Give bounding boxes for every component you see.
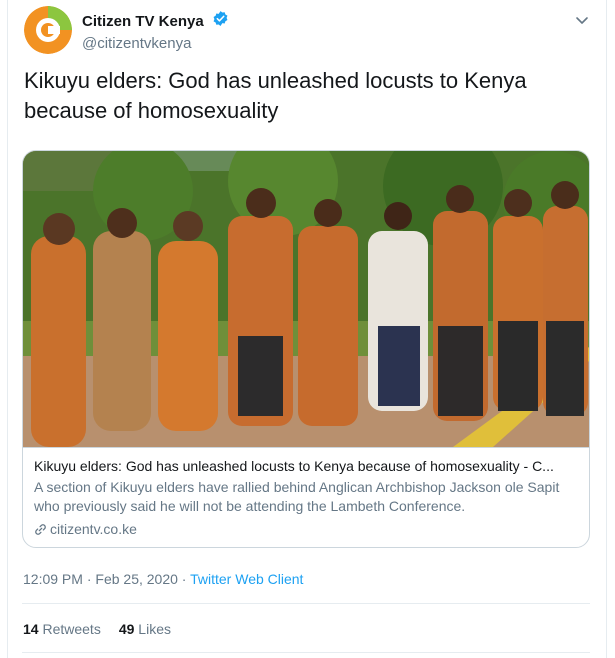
tweet-text: Kikuyu elders: God has unleashed locusts…: [24, 68, 527, 123]
retweets-stat[interactable]: 14 Retweets: [23, 621, 101, 637]
verified-badge-icon: [212, 10, 229, 32]
tweet-stats: 14 Retweets 49 Likes: [23, 621, 189, 637]
likes-count: 49: [118, 621, 135, 637]
tweet-meta: 12:09 PM · Feb 25, 2020 · Twitter Web Cl…: [23, 571, 303, 587]
avatar[interactable]: [24, 6, 72, 54]
divider: [22, 603, 590, 604]
card-title[interactable]: Kikuyu elders: God has unleashed locusts…: [34, 457, 578, 475]
more-options-chevron-down-icon[interactable]: [574, 12, 590, 28]
link-card[interactable]: Kikuyu elders: God has unleashed locusts…: [22, 150, 590, 548]
card-description: A section of Kikuyu elders have rallied …: [34, 479, 560, 514]
display-name[interactable]: Citizen TV Kenya: [82, 13, 204, 30]
citizen-tv-logo-icon: [24, 6, 72, 54]
author-info: Citizen TV Kenya @citizentvkenya: [82, 10, 229, 52]
tweet-source-link[interactable]: Twitter Web Client: [190, 571, 303, 587]
likes-label: Likes: [134, 621, 171, 637]
link-icon: [34, 522, 47, 540]
handle[interactable]: @citizentvkenya: [82, 35, 229, 52]
meta-separator: ·: [177, 571, 191, 587]
card-body: Kikuyu elders: God has unleashed locusts…: [23, 447, 589, 540]
card-domain-text: citizentv.co.ke: [50, 521, 137, 537]
retweets-label: Retweets: [38, 621, 101, 637]
card-domain: citizentv.co.ke: [34, 520, 578, 540]
meta-separator: ·: [82, 571, 96, 587]
tweet-date[interactable]: Feb 25, 2020: [95, 571, 178, 587]
photo-of-elders-group-icon: [23, 151, 589, 447]
likes-stat[interactable]: 49 Likes: [119, 621, 171, 637]
retweets-count: 14: [23, 621, 39, 637]
divider: [22, 652, 590, 653]
tweet-time[interactable]: 12:09 PM: [23, 571, 83, 587]
